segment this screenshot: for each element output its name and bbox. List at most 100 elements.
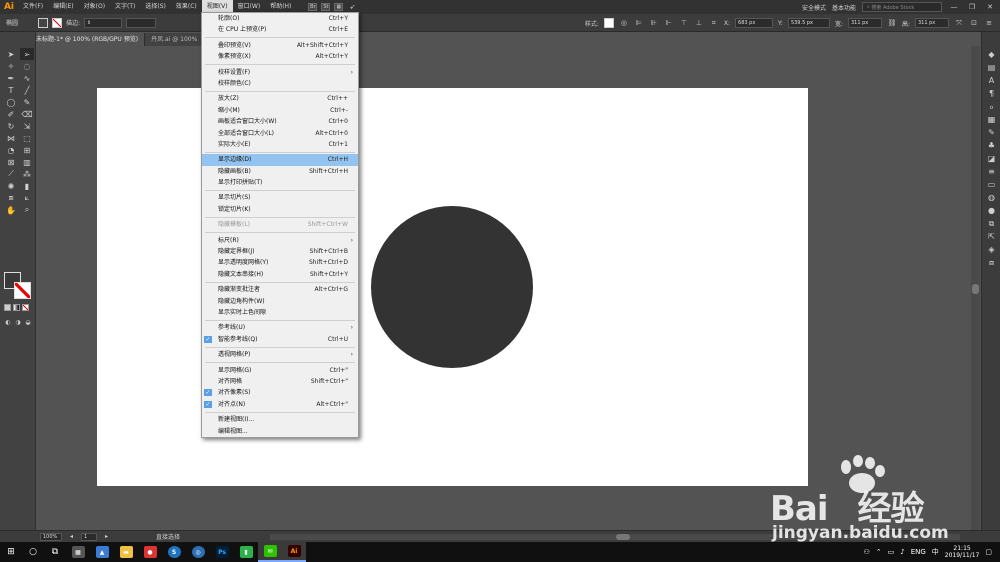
- view-menu-item[interactable]: 全部适合窗口大小(L) Alt+Ctrl+0: [202, 128, 358, 139]
- line-tool-icon[interactable]: ╱: [20, 84, 34, 96]
- stroke-panel-icon[interactable]: ≡: [982, 165, 1000, 178]
- next-artboard-icon[interactable]: ▸: [105, 533, 108, 540]
- rotate-tool-icon[interactable]: ↻: [4, 120, 18, 132]
- browser-blue-icon[interactable]: ◎: [186, 542, 210, 562]
- fill-swatch[interactable]: [38, 17, 49, 28]
- character-panel-icon[interactable]: A: [982, 74, 1000, 87]
- green-app-icon[interactable]: ▮: [234, 542, 258, 562]
- view-menu-item[interactable]: 参考线(U) ›: [202, 322, 358, 333]
- safe-mode-label[interactable]: 安全模式: [802, 3, 826, 12]
- artboard-tool-icon[interactable]: ⧈: [4, 192, 18, 204]
- gradient-mode-icon[interactable]: [13, 304, 20, 311]
- shaper-tool-icon[interactable]: ✐: [4, 108, 18, 120]
- view-menu-item[interactable]: 显示打印拼贴(T): [202, 177, 358, 188]
- view-menu-item[interactable]: 隐藏定界框(J) Shift+Ctrl+B: [202, 246, 358, 257]
- perspective-grid-icon[interactable]: ⊞: [20, 144, 34, 156]
- eraser-icon[interactable]: ⌫: [20, 108, 34, 120]
- stroke-weight-input[interactable]: ⇕: [84, 17, 123, 28]
- zoom-tool-icon[interactable]: ⌕: [20, 204, 34, 216]
- pen-tool-icon[interactable]: ✒: [4, 72, 18, 84]
- view-menu-item[interactable]: 校样设置(F) ›: [202, 67, 358, 78]
- screen-mode-icon[interactable]: ◒: [24, 316, 32, 328]
- stock-icon[interactable]: St: [321, 3, 331, 11]
- view-menu-item[interactable]: 锁定切片(K): [202, 204, 358, 215]
- type-tool-icon[interactable]: T: [4, 84, 18, 96]
- workspace-switcher[interactable]: 基本功能: [832, 3, 856, 12]
- none-mode-icon[interactable]: [22, 304, 29, 311]
- height-input[interactable]: 311 px: [915, 18, 949, 28]
- view-menu-item[interactable]: 像素预览(X) Alt+Ctrl+Y: [202, 51, 358, 62]
- symbols-panel-icon[interactable]: ♣: [982, 139, 1000, 152]
- view-menu-item[interactable]: 显示透明度网格(Y) Shift+Ctrl+D: [202, 257, 358, 268]
- magic-wand-icon[interactable]: ✧: [4, 60, 18, 72]
- link-icon[interactable]: ⛓: [887, 18, 897, 28]
- free-transform-icon[interactable]: ⬚: [20, 132, 34, 144]
- align-panel-icon[interactable]: ⧉: [982, 217, 1000, 230]
- stroke-swatch[interactable]: [52, 17, 63, 28]
- volume-icon[interactable]: ♪: [900, 548, 904, 556]
- view-menu-item[interactable]: 显示网格(G) Ctrl+": [202, 365, 358, 376]
- graphic-styles-icon[interactable]: ◪: [982, 152, 1000, 165]
- menu-item[interactable]: 选择(S): [140, 0, 171, 14]
- view-menu-item[interactable]: 校样颜色(C): [202, 78, 358, 89]
- stroke-color-box[interactable]: [14, 282, 31, 299]
- variable-width-profile[interactable]: [126, 17, 157, 28]
- cortana-icon[interactable]: ○: [22, 542, 44, 562]
- people-icon[interactable]: ⚇: [863, 548, 869, 556]
- tray-expand-icon[interactable]: ⌃: [876, 548, 882, 556]
- notifications-icon[interactable]: ▢: [985, 548, 992, 556]
- draw-normal-icon[interactable]: ◐: [4, 316, 12, 328]
- view-menu-item[interactable]: 隐藏边角构件(W): [202, 296, 358, 307]
- transform-icon[interactable]: ⌗: [709, 18, 719, 28]
- menu-item[interactable]: 文件(F): [18, 0, 48, 14]
- calculator-app-icon[interactable]: ▦: [66, 542, 90, 562]
- swatches-panel-icon[interactable]: ▦: [982, 113, 1000, 126]
- windows-start-icon[interactable]: ⊞: [0, 542, 22, 562]
- tab-danfeng[interactable]: 丹凤.ai @ 100%: [145, 33, 205, 46]
- horizontal-scroll-thumb[interactable]: [616, 534, 630, 540]
- align-left-icon[interactable]: ⊫: [634, 18, 644, 28]
- file-explorer-icon[interactable]: ▬: [114, 542, 138, 562]
- view-menu-item[interactable]: 显示切片(S): [202, 192, 358, 203]
- panel-menu-icon[interactable]: ≡: [984, 18, 994, 28]
- prev-artboard-icon[interactable]: ◂: [70, 533, 73, 540]
- direct-selection-tool-icon[interactable]: ➢: [20, 48, 34, 60]
- view-menu-item[interactable]: 对齐网格 Shift+Ctrl+": [202, 376, 358, 387]
- arrange-docs-icon[interactable]: ▦: [334, 3, 344, 11]
- draw-behind-icon[interactable]: ◑: [14, 316, 22, 328]
- recolor-icon[interactable]: ◎: [619, 18, 629, 28]
- view-menu-item[interactable]: 缩小(M) Ctrl+-: [202, 105, 358, 116]
- libraries-panel-icon[interactable]: ▤: [982, 61, 1000, 74]
- transform-options-icon[interactable]: ⤧: [954, 18, 964, 28]
- stock-search-input[interactable]: ⌕ 搜索 Adobe Stock: [862, 2, 942, 12]
- appearance-panel-icon[interactable]: ●: [982, 204, 1000, 217]
- menu-item[interactable]: 文字(T): [110, 0, 140, 14]
- align-middle-icon[interactable]: ⊥: [694, 18, 704, 28]
- view-menu-item[interactable]: 透视网格(P) ›: [202, 349, 358, 360]
- photos-app-icon[interactable]: ▲: [90, 542, 114, 562]
- view-menu-item[interactable]: 编辑视图...: [202, 426, 358, 437]
- gradient-tool-icon[interactable]: ▥: [20, 156, 34, 168]
- vertical-scroll-thumb[interactable]: [972, 284, 979, 294]
- network-icon[interactable]: ▭: [888, 548, 895, 556]
- align-top-icon[interactable]: ⊤: [679, 18, 689, 28]
- export-panel-icon[interactable]: ⇱: [982, 230, 1000, 243]
- browser-red-icon[interactable]: ●: [138, 542, 162, 562]
- view-menu-item[interactable]: 标尺(R) ›: [202, 235, 358, 246]
- view-menu-item[interactable]: 显示实时上色间隙: [202, 307, 358, 318]
- selection-tool-icon[interactable]: ➤: [4, 48, 18, 60]
- symbol-sprayer-icon[interactable]: ✺: [4, 180, 18, 192]
- view-menu-item[interactable]: ✓ 对齐像素(S): [202, 387, 358, 398]
- shape-builder-icon[interactable]: ◔: [4, 144, 18, 156]
- hand-tool-icon[interactable]: ✋: [4, 204, 18, 216]
- artboard-number-input[interactable]: 1: [81, 532, 98, 541]
- view-menu-item[interactable]: 显示边缘(D) Ctrl+H: [202, 154, 358, 166]
- align-right-icon[interactable]: ⊩: [664, 18, 674, 28]
- x-input[interactable]: 683 px: [735, 18, 774, 28]
- view-menu-item[interactable]: 画板适合窗口大小(W) Ctrl+0: [202, 116, 358, 127]
- ellipse-tool-icon[interactable]: ◯: [4, 96, 18, 108]
- selected-circle[interactable]: [371, 206, 533, 368]
- view-menu-item[interactable]: 隐藏文本串接(H) Shift+Ctrl+Y: [202, 269, 358, 280]
- width-tool-icon[interactable]: ⋈: [4, 132, 18, 144]
- wechat-app-icon[interactable]: ✉: [258, 542, 282, 562]
